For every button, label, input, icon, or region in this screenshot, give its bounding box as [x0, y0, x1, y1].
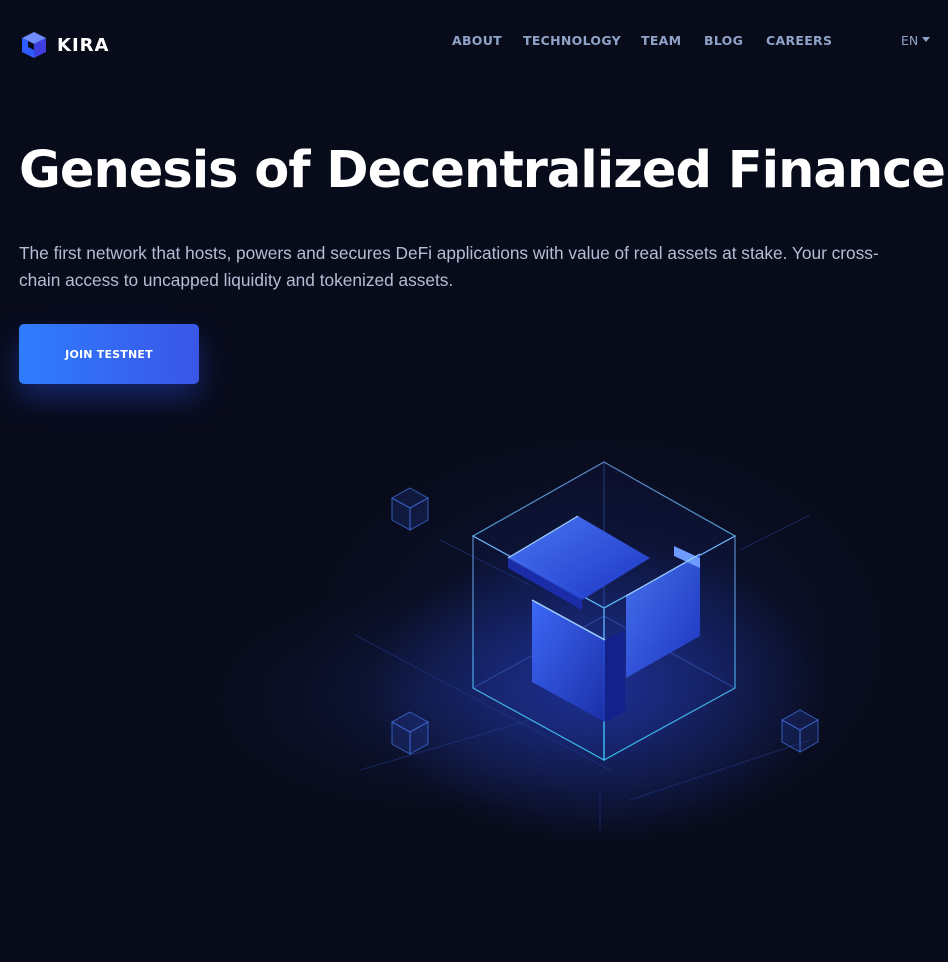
language-selector[interactable]: EN	[901, 33, 931, 48]
kira-logo-icon	[22, 32, 46, 58]
hero-subtitle: The first network that hosts, powers and…	[19, 243, 879, 290]
language-label: EN	[901, 33, 919, 48]
landing-page: KIRA ABOUT TECHNOLOGY TEAM BLOG CAREERS …	[0, 0, 948, 962]
nav-about[interactable]: ABOUT	[452, 33, 502, 48]
hero-title: Genesis of Decentralized Finance	[19, 141, 946, 200]
glowing-cube-illustration	[354, 461, 830, 840]
nav-blog[interactable]: BLOG	[704, 33, 743, 48]
brand-name: KIRA	[57, 34, 110, 56]
site-header: KIRA ABOUT TECHNOLOGY TEAM BLOG CAREERS …	[0, 0, 948, 82]
nav-technology[interactable]: TECHNOLOGY	[523, 33, 621, 48]
caret-down-icon	[922, 36, 931, 42]
logo-link[interactable]: KIRA	[19, 30, 109, 60]
nav-team[interactable]: TEAM	[641, 33, 681, 48]
nav-careers[interactable]: CAREERS	[766, 33, 832, 48]
join-testnet-button[interactable]: JOIN TESTNET	[19, 324, 199, 384]
